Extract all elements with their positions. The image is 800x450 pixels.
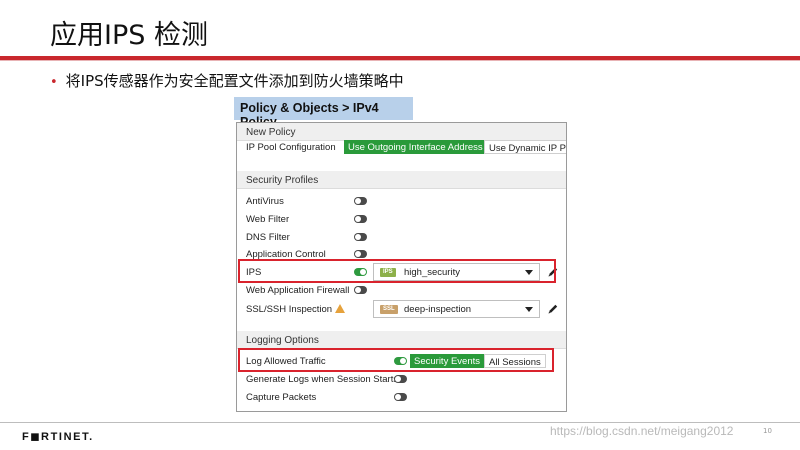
watermark: https://blog.csdn.net/meigang2012 <box>550 424 734 438</box>
webfilter-toggle[interactable] <box>354 215 367 223</box>
security-profiles-title: Security Profiles <box>246 175 319 186</box>
ssl-inspection-value: deep-inspection <box>404 304 472 315</box>
fortinet-logo: F◼RTINET. <box>22 431 94 443</box>
slide-title: 应用IPS 检测 <box>50 20 208 51</box>
dnsfilter-toggle[interactable] <box>354 233 367 241</box>
title-divider-thin <box>0 60 800 61</box>
gen-logs-label: Generate Logs when Session Starts <box>246 374 399 385</box>
edit-pencil-icon[interactable] <box>547 303 559 315</box>
capture-packets-label: Capture Packets <box>246 392 317 403</box>
bullet-text: 将IPS传感器作为安全配置文件添加到防火墙策略中 <box>65 72 404 90</box>
profile-label-webfilter: Web Filter <box>246 214 290 225</box>
waf-toggle[interactable] <box>354 286 367 294</box>
capture-packets-toggle[interactable] <box>394 393 407 401</box>
ip-pool-option-dynamic[interactable]: Use Dynamic IP Pool <box>484 140 566 154</box>
breadcrumb: Policy & Objects > IPv4 Policy <box>234 97 413 129</box>
log-highlight-box <box>238 348 554 372</box>
ssl-tag: SSL <box>380 305 398 314</box>
logging-options-title: Logging Options <box>246 335 319 346</box>
ips-highlight-box <box>238 259 556 283</box>
ip-pool-label: IP Pool Configuration <box>246 142 336 153</box>
ssl-inspection-select[interactable]: SSL deep-inspection <box>373 300 540 318</box>
ip-pool-option-outgoing[interactable]: Use Outgoing Interface Address <box>344 140 487 154</box>
profile-label-ssl: SSL/SSH Inspection <box>246 303 346 315</box>
antivirus-toggle[interactable] <box>354 197 367 205</box>
appcontrol-toggle[interactable] <box>354 250 367 258</box>
ssl-inspection-label: SSL/SSH Inspection <box>246 304 333 315</box>
bullet-dot-icon: • <box>50 75 58 90</box>
profile-label-antivirus: AntiVirus <box>246 196 284 207</box>
warning-icon <box>335 304 346 313</box>
new-policy-title: New Policy <box>246 127 296 138</box>
profile-label-waf: Web Application Firewall <box>246 285 350 296</box>
footer-divider <box>0 422 800 423</box>
bullet-item: • 将IPS传感器作为安全配置文件添加到防火墙策略中 <box>50 70 404 91</box>
gen-logs-toggle[interactable] <box>394 375 407 383</box>
chevron-down-icon <box>525 307 533 312</box>
profile-label-dnsfilter: DNS Filter <box>246 232 290 243</box>
page-number: 10 <box>763 427 772 435</box>
